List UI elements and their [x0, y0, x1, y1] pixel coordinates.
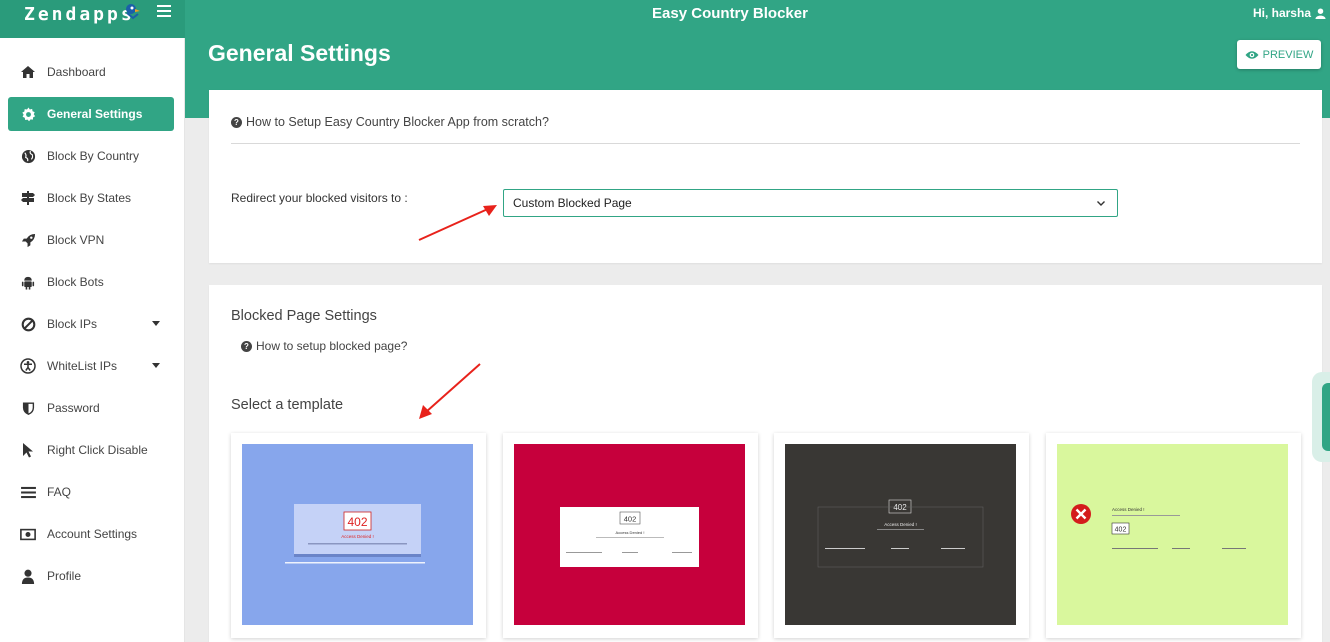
shield-icon: [20, 400, 36, 416]
template-preview: 402 Access Denied !: [785, 444, 1016, 625]
template-error-code: 402: [1115, 527, 1127, 534]
brand-logo[interactable]: Zendapps: [24, 4, 135, 25]
template-dark-preview: 402 Access Denied !: [785, 444, 1016, 625]
app-title: Easy Country Blocker: [652, 5, 808, 22]
globe-icon: [20, 148, 36, 164]
redirect-select[interactable]: Custom Blocked Page: [503, 189, 1118, 217]
template-error-code: 402: [893, 503, 907, 512]
blocked-page-help-link[interactable]: ? How to setup blocked page?: [241, 339, 407, 353]
sidebar-item-dashboard[interactable]: Dashboard: [8, 55, 174, 89]
eye-icon: [1245, 50, 1259, 59]
sidebar-item-block-by-states[interactable]: Block By States: [8, 181, 174, 215]
select-template-title: Select a template: [231, 397, 344, 413]
redirect-settings-card: ? How to Setup Easy Country Blocker App …: [209, 90, 1322, 263]
chevron-down-icon: [152, 321, 160, 326]
template-heading: Access Denied !: [341, 534, 374, 539]
template-error-code: 402: [347, 515, 367, 529]
blocked-page-settings-card: Blocked Page Settings ? How to setup blo…: [209, 285, 1322, 642]
user-icon: [1315, 7, 1326, 19]
cursor-icon: [20, 442, 36, 458]
sidebar-item-profile[interactable]: Profile: [8, 559, 174, 593]
sidebar-item-faq[interactable]: FAQ: [8, 475, 174, 509]
template-preview: 402 Access Denied !: [514, 444, 745, 625]
menu-toggle-icon[interactable]: [157, 5, 171, 19]
preview-button[interactable]: PREVIEW: [1237, 40, 1321, 69]
template-heading: Access Denied !: [1112, 507, 1145, 512]
template-preview: Access Denied ! 402: [1057, 444, 1288, 625]
template-card-1[interactable]: 402 Access Denied !: [231, 433, 486, 638]
ban-icon: [20, 316, 36, 332]
redirect-label: Redirect your blocked visitors to :: [231, 191, 408, 205]
android-icon: [20, 274, 36, 290]
blocked-page-settings-title: Blocked Page Settings: [231, 308, 377, 324]
sidebar-item-block-by-country[interactable]: Block By Country: [8, 139, 174, 173]
template-card-2[interactable]: 402 Access Denied !: [503, 433, 758, 638]
sidebar-item-block-ips[interactable]: Block IPs: [8, 307, 174, 341]
template-card-3[interactable]: 402 Access Denied !: [774, 433, 1029, 638]
divider: [231, 143, 1300, 144]
question-icon: ?: [241, 340, 252, 352]
sidebar: Dashboard General Settings Block By Coun…: [0, 38, 185, 642]
floating-side-tab-handle[interactable]: [1322, 383, 1330, 451]
sidebar-item-block-vpn[interactable]: Block VPN: [8, 223, 174, 257]
template-green-preview: Access Denied ! 402: [1057, 444, 1288, 625]
rocket-icon: [20, 232, 36, 248]
template-card-4[interactable]: Access Denied ! 402: [1046, 433, 1301, 638]
sidebar-item-block-bots[interactable]: Block Bots: [8, 265, 174, 299]
user-menu[interactable]: Hi, harsha: [1253, 6, 1326, 20]
list-icon: [20, 484, 36, 500]
bird-logo-icon: [126, 4, 140, 20]
template-heading: Access Denied !: [884, 522, 917, 527]
sidebar-item-general-settings[interactable]: General Settings: [8, 97, 174, 131]
template-blue-preview: 402 Access Denied !: [242, 444, 473, 625]
chevron-down-icon: [1097, 201, 1105, 206]
accessibility-icon: [20, 358, 36, 374]
page-title: General Settings: [208, 40, 391, 66]
money-icon: [20, 526, 36, 542]
setup-help-link[interactable]: ? How to Setup Easy Country Blocker App …: [231, 115, 549, 129]
user-icon: [20, 568, 36, 584]
sidebar-item-right-click-disable[interactable]: Right Click Disable: [8, 433, 174, 467]
question-icon: ?: [231, 116, 242, 128]
chevron-down-icon: [152, 363, 160, 368]
template-error-code: 402: [624, 515, 637, 524]
template-red-preview: 402 Access Denied !: [514, 444, 745, 625]
home-icon: [20, 64, 36, 80]
template-heading: Access Denied !: [616, 530, 645, 535]
signpost-icon: [20, 190, 36, 206]
sidebar-item-account-settings[interactable]: Account Settings: [8, 517, 174, 551]
sidebar-item-whitelist-ips[interactable]: WhiteList IPs: [8, 349, 174, 383]
sidebar-item-password[interactable]: Password: [8, 391, 174, 425]
user-greeting: Hi, harsha: [1252, 6, 1311, 20]
template-preview: 402 Access Denied !: [242, 444, 473, 625]
gear-icon: [20, 106, 36, 122]
logo-area: Zendapps: [0, 0, 185, 38]
